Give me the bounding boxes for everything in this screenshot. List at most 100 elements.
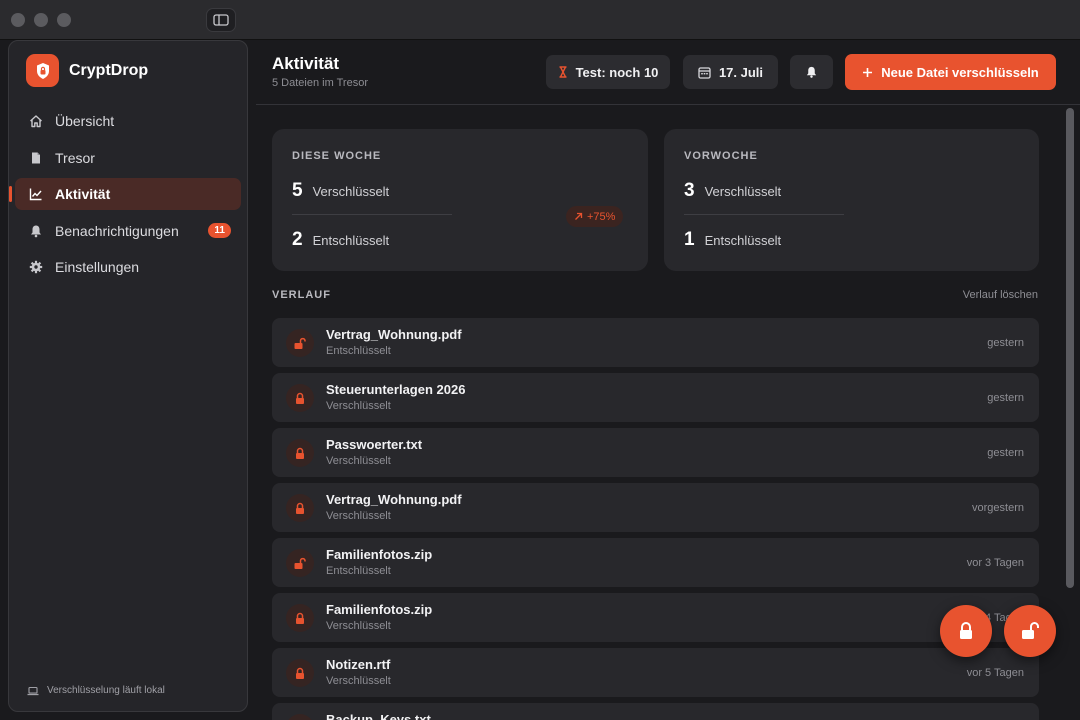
encrypted-label: Verschlüsselt: [704, 184, 782, 199]
decrypted-stat: 1 Entschlüsselt: [684, 229, 781, 251]
bell-icon: [29, 224, 43, 238]
sidebar-item-label: Benachrichtigungen: [55, 222, 179, 239]
file-time: vorgestern: [972, 502, 1024, 514]
sidebar-nav: Übersicht Tresor Aktivität Benachrichtig…: [9, 105, 241, 288]
bell-icon: [806, 66, 817, 78]
sidebar-footer: Verschlüsselung läuft lokal: [27, 685, 165, 696]
sidebar-item-uebersicht[interactable]: Übersicht: [15, 105, 241, 137]
unlock-icon: [286, 549, 314, 577]
file-name: Passwoerter.txt: [326, 437, 423, 452]
file-name: Notizen.rtf: [326, 657, 391, 672]
history-row[interactable]: Passwoerter.txt Verschlüsselt gestern: [272, 428, 1039, 477]
app-name: CryptDrop: [69, 61, 149, 79]
history-row[interactable]: Notizen.rtf Verschlüsselt vor 5 Tagen: [272, 648, 1039, 697]
home-icon: [29, 114, 43, 128]
window-zoom-button[interactable]: [57, 13, 71, 27]
lock-icon: [286, 604, 314, 632]
encrypted-stat: 3 Verschlüsselt: [684, 180, 781, 202]
file-icon: [29, 151, 43, 165]
calendar-icon: [698, 66, 711, 79]
trial-status-label: Test: noch 10: [575, 64, 659, 80]
window-close-button[interactable]: [11, 13, 25, 27]
lock-icon: [286, 494, 314, 522]
encrypted-count: 3: [684, 180, 695, 201]
file-time: gestern: [987, 447, 1024, 459]
history-row[interactable]: Familienfotos.zip Verschlüsselt vor 4 Tage…: [272, 593, 1039, 642]
this-week-card: DIESE WOCHE 5 Verschlüsselt 2 Entschlüss…: [272, 129, 648, 271]
decrypted-label: Entschlüsselt: [312, 233, 390, 248]
page-subtitle: 5 Dateien im Tresor: [272, 77, 368, 89]
sidebar-toggle-button[interactable]: [206, 8, 236, 32]
date-button[interactable]: 17. Juli: [683, 55, 778, 89]
card-title: DIESE WOCHE: [292, 150, 382, 162]
hourglass-icon: [559, 66, 567, 78]
encrypted-count: 5: [292, 180, 303, 201]
window-titlebar: [0, 0, 1080, 40]
encrypt-fab-button[interactable]: [940, 605, 992, 657]
lock-icon: [286, 439, 314, 467]
decrypt-fab-button[interactable]: [1004, 605, 1056, 657]
file-status: Entschlüsselt: [326, 565, 391, 577]
clear-history-link[interactable]: Verlauf löschen: [963, 289, 1038, 301]
unlock-icon: [1022, 622, 1039, 639]
history-list: Vertrag_Wohnung.pdf Entschlüsselt gestern S…: [272, 318, 1039, 720]
sidebar-toggle-icon: [213, 14, 229, 26]
gear-icon: [29, 260, 43, 274]
plus-icon: [863, 67, 873, 77]
sidebar-item-label: Einstellungen: [55, 259, 140, 275]
history-title: VERLAUF: [272, 289, 331, 301]
laptop-icon: [27, 686, 39, 695]
file-status: Verschlüsselt: [326, 455, 391, 467]
notification-count-badge: 11: [208, 222, 231, 238]
lock-icon: [286, 714, 314, 720]
file-status: Verschlüsselt: [326, 400, 391, 412]
sidebar-item-aktivitaet[interactable]: Aktivität: [9, 178, 241, 210]
unlock-icon: [286, 329, 314, 357]
notifications-button[interactable]: [790, 55, 833, 89]
file-name: Vertrag_Wohnung.pdf: [326, 327, 462, 342]
encrypted-label: Verschlüsselt: [312, 184, 390, 199]
file-time: gestern: [987, 392, 1024, 404]
trial-status-button[interactable]: Test: noch 10: [546, 55, 670, 89]
sidebar: CryptDrop Übersicht Tresor Aktivität Ben…: [8, 40, 248, 712]
history-row[interactable]: Backup_Keys.txtVerschlüsselt: [272, 703, 1039, 720]
sidebar-item-benachrichtigungen[interactable]: Benachrichtigungen 11: [15, 215, 241, 247]
card-divider: [292, 214, 452, 215]
lock-icon: [286, 384, 314, 412]
encrypted-stat: 5 Verschlüsselt: [292, 180, 389, 202]
encrypt-new-file-button[interactable]: Neue Datei verschlüsseln: [845, 54, 1056, 90]
arrow-up-right-icon: [575, 212, 583, 220]
sidebar-item-tresor[interactable]: Tresor: [15, 142, 241, 174]
window-minimize-button[interactable]: [34, 13, 48, 27]
file-time: vor 5 Tagen: [966, 667, 1024, 679]
trend-badge: +75%: [566, 206, 624, 227]
sidebar-item-einstellungen[interactable]: Einstellungen: [15, 251, 241, 283]
file-name: Familienfotos.zip: [326, 602, 433, 617]
file-status: Verschlüsselt: [326, 510, 391, 522]
history-row[interactable]: Steuerunterlagen 2026 Verschlüsselt gester…: [272, 373, 1039, 422]
sidebar-footer-text: Verschlüsselung läuft lokal: [47, 685, 165, 696]
file-time: gestern: [987, 337, 1024, 349]
lock-icon: [286, 659, 314, 687]
decrypted-label: Entschlüsselt: [704, 233, 782, 248]
sidebar-item-label: Übersicht: [55, 113, 115, 129]
scrollbar[interactable]: [1066, 108, 1074, 588]
file-status: Verschlüsselt: [326, 620, 391, 632]
header-divider: [256, 104, 1080, 105]
file-status: Verschlüsselt: [326, 675, 391, 687]
file-name: Steuerunterlagen 2026: [326, 382, 466, 397]
shield-icon: [26, 54, 59, 87]
page-title: Aktivität: [272, 54, 340, 73]
decrypted-stat: 2 Entschlüsselt: [292, 229, 389, 251]
file-name: Familienfotos.zip: [326, 547, 433, 562]
brand: CryptDrop: [26, 54, 148, 87]
file-name: Vertrag_Wohnung.pdf: [326, 492, 462, 507]
card-divider: [684, 214, 844, 215]
history-row[interactable]: Vertrag_Wohnung.pdf Entschlüsselt gestern: [272, 318, 1039, 367]
file-status: Entschlüsselt: [326, 345, 391, 357]
last-week-card: VORWOCHE 3 Verschlüsselt 1 Entschlüsselt: [664, 129, 1039, 271]
history-row[interactable]: Familienfotos.zip Entschlüsselt vor 3 Tage…: [272, 538, 1039, 587]
file-time: vor 3 Tagen: [966, 557, 1024, 569]
history-row[interactable]: Vertrag_Wohnung.pdf Verschlüsselt vorgeste…: [272, 483, 1039, 532]
trend-value: +75%: [587, 210, 616, 223]
